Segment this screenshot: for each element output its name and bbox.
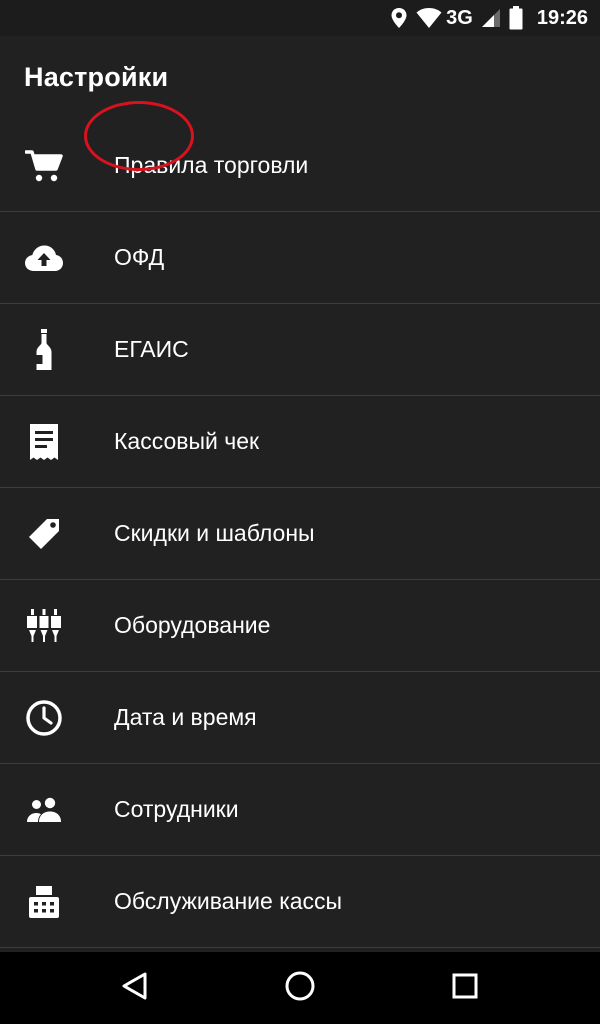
settings-item-discounts[interactable]: Скидки и шаблоны xyxy=(0,488,600,580)
bottle-icon xyxy=(24,328,64,370)
home-button[interactable] xyxy=(278,966,322,1010)
status-icons: 3G 19:26 xyxy=(390,0,588,36)
signal-icon xyxy=(481,8,501,28)
settings-item-label: Обслуживание кассы xyxy=(114,888,343,914)
settings-item-label: Правила торговли xyxy=(114,152,309,178)
settings-item-label: ЕГАИС xyxy=(114,336,189,362)
settings-item-ofd[interactable]: ОФД xyxy=(0,212,600,304)
app-bar: Настройки xyxy=(0,36,600,120)
recents-button[interactable] xyxy=(443,966,487,1010)
receipt-icon xyxy=(24,422,64,462)
battery-icon xyxy=(509,6,523,30)
page-title: Настройки xyxy=(24,62,169,92)
settings-item-employees[interactable]: Сотрудники xyxy=(0,764,600,856)
settings-item-receipt[interactable]: Кассовый чек xyxy=(0,396,600,488)
equipment-icon xyxy=(24,606,64,646)
people-icon xyxy=(24,790,64,830)
settings-item-label: Кассовый чек xyxy=(114,428,260,454)
back-button[interactable] xyxy=(113,966,157,1010)
settings-item-trade-rules[interactable]: Правила торговли xyxy=(0,120,600,212)
settings-item-label: Оборудование xyxy=(114,612,271,638)
settings-screen: 3G 19:26 Настройки Правила торговли ОФД … xyxy=(0,0,600,1024)
settings-list: Правила торговли ОФД ЕГАИС Кассовый чек … xyxy=(0,120,600,948)
settings-item-maintenance[interactable]: Обслуживание кассы xyxy=(0,856,600,948)
location-icon xyxy=(390,7,408,29)
clock-icon xyxy=(24,698,64,738)
back-triangle-icon xyxy=(120,971,150,1006)
status-bar: 3G 19:26 xyxy=(0,0,600,36)
tag-icon xyxy=(24,514,64,554)
settings-item-label: ОФД xyxy=(114,244,165,270)
network-type-label: 3G xyxy=(446,6,473,29)
navigation-bar xyxy=(0,952,600,1024)
home-circle-icon xyxy=(284,970,316,1007)
settings-item-label: Скидки и шаблоны xyxy=(114,520,315,546)
wifi-icon xyxy=(416,7,442,29)
status-clock: 19:26 xyxy=(536,6,588,29)
cash-register-icon xyxy=(24,882,64,922)
settings-item-label: Дата и время xyxy=(114,704,257,730)
recents-square-icon xyxy=(451,972,479,1005)
settings-item-label: Сотрудники xyxy=(114,796,239,822)
settings-item-datetime[interactable]: Дата и время xyxy=(0,672,600,764)
cloud-upload-icon xyxy=(24,238,64,278)
settings-item-equipment[interactable]: Оборудование xyxy=(0,580,600,672)
settings-item-egais[interactable]: ЕГАИС xyxy=(0,304,600,396)
shopping-cart-icon xyxy=(24,146,64,186)
